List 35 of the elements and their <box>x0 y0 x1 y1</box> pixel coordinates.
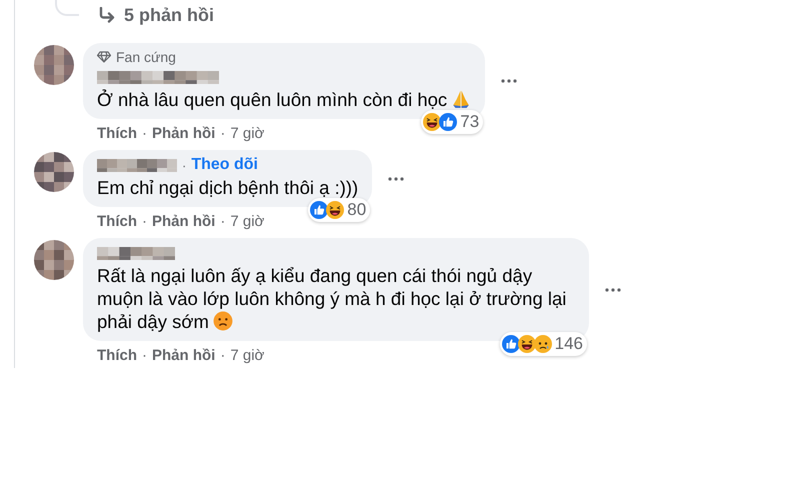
reaction-count: 73 <box>460 112 480 132</box>
comment-text: Em chỉ ngại dịch bệnh thôi ạ :))) <box>97 176 358 199</box>
blurred-name-drawing[interactable] <box>97 246 175 260</box>
timestamp[interactable]: 7 giờ <box>230 125 264 142</box>
more-options-icon[interactable] <box>501 79 518 83</box>
reaction-summary[interactable]: 80 <box>308 198 370 222</box>
more-options-icon[interactable] <box>388 176 404 180</box>
reaction-count: 80 <box>347 200 366 220</box>
separator-dot: · <box>142 347 147 364</box>
reaction-count: 146 <box>554 334 583 354</box>
badge-label: Fan cứng <box>116 49 176 65</box>
reaction-summary[interactable]: 73 <box>421 110 484 134</box>
action-link[interactable]: Phản hồi <box>152 347 216 364</box>
separator-dot: · <box>220 125 226 142</box>
action-link[interactable]: Phản hồi <box>152 125 216 142</box>
separator-dot: · <box>142 125 147 142</box>
action-link[interactable]: Phản hồi <box>152 213 216 230</box>
replies-link[interactable]: 5 phản hồi <box>124 4 214 26</box>
blurred-name-drawing[interactable] <box>97 158 177 172</box>
reply-arrow-icon <box>98 7 116 23</box>
separator-dot: · <box>220 347 226 364</box>
reaction-summary[interactable]: 146 <box>500 332 587 356</box>
action-link[interactable]: Thích <box>97 125 137 142</box>
action-link[interactable]: Thích <box>97 347 137 364</box>
comment-text: Rất là ngại luôn ấy ạ kiểu đang quen cái thói ngủ dậy muộn là vào lớp luôn không ý mà h đi học lại ở trường lại phải dậy sớm <box>97 264 568 333</box>
timestamp[interactable]: 7 giờ <box>230 347 264 364</box>
separator-dot: · <box>142 213 147 230</box>
blurred-name-drawing[interactable] <box>97 70 219 84</box>
separator-dot: · <box>182 158 186 172</box>
more-options-icon[interactable] <box>605 288 621 292</box>
follow-link[interactable]: Theo dõi <box>191 156 258 174</box>
action-link[interactable]: Thích <box>97 213 137 230</box>
timestamp[interactable]: 7 giờ <box>230 213 264 230</box>
comment-text: Ở nhà lâu quen quên luôn mình còn đi học <box>97 88 472 111</box>
separator-dot: · <box>220 213 226 230</box>
